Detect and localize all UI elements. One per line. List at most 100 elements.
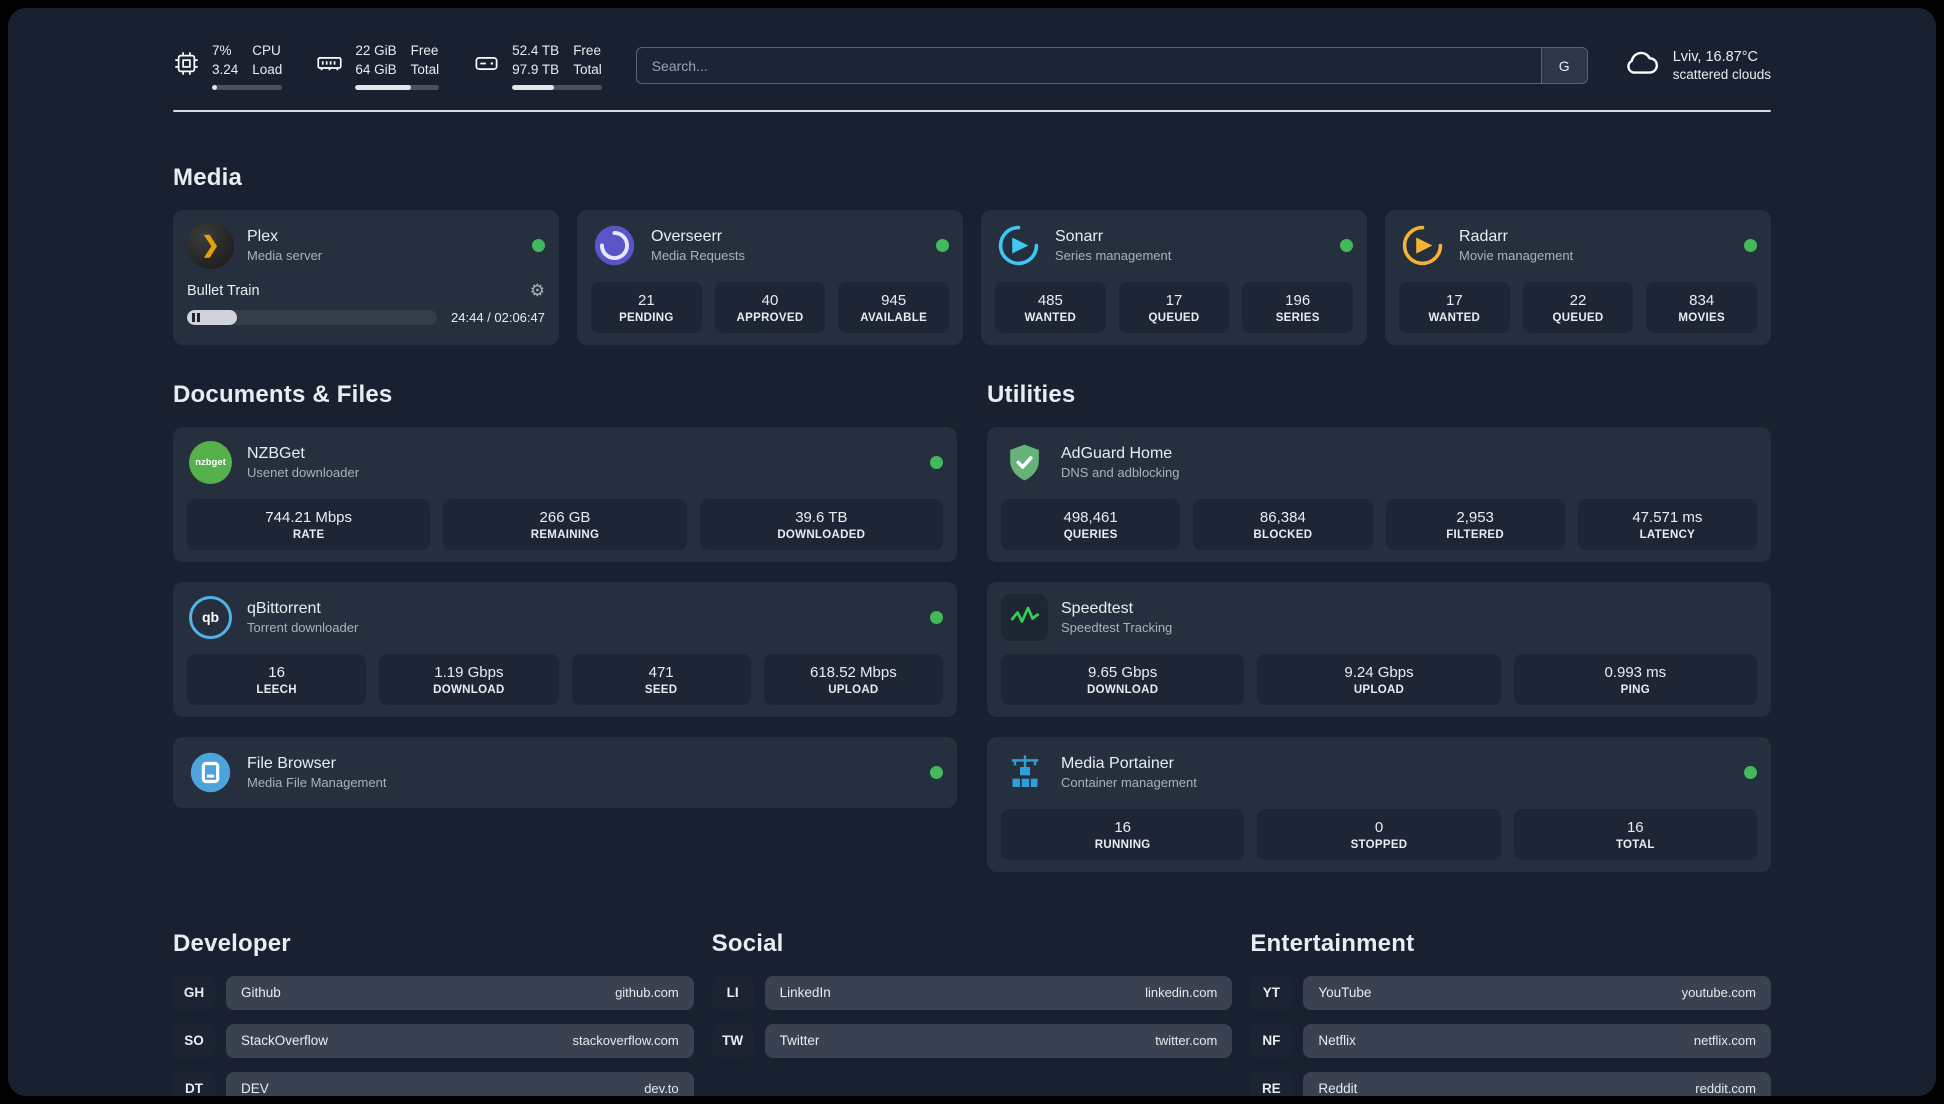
stat-movies: 834 MOVIES <box>1646 281 1758 333</box>
bookmark-abbr: GH <box>173 975 215 1010</box>
app-name: Plex <box>247 227 279 245</box>
bookmark-group-social: Social LI LinkedIn linkedin.com TW Twitte… <box>711 930 1233 1072</box>
cpu-icon <box>173 50 200 82</box>
dashboard: 7% 3.24 CPU Load 22 GiB 64 GiB Free Tota… <box>8 8 1936 1096</box>
storage-free-value: 52.4 TB <box>512 43 560 58</box>
search-input[interactable] <box>636 48 1541 84</box>
speedtest-icon <box>1001 593 1048 641</box>
stat-stopped: 0 STOPPED <box>1257 808 1501 860</box>
bookmark-name: Github <box>241 985 281 1001</box>
weather-widget: Lviv, 16.87°C scattered clouds <box>1622 44 1771 87</box>
bookmark-name: StackOverflow <box>241 1033 329 1049</box>
memory-total-value: 64 GiB <box>355 61 397 77</box>
memory-widget: 22 GiB 64 GiB Free Total <box>316 42 440 90</box>
bookmark-name: Netflix <box>1318 1033 1356 1049</box>
radarr-icon <box>1399 222 1446 269</box>
weather-location: Lviv, 16.87°C <box>1672 49 1759 66</box>
bookmark-youtube[interactable]: YT YouTube youtube.com <box>1250 975 1771 1010</box>
app-card-speedtest[interactable]: Speedtest Speedtest Tracking 9.65 Gbps DO… <box>987 581 1771 717</box>
memory-progress-bar <box>355 84 440 90</box>
app-name: Speedtest <box>1061 599 1134 617</box>
bookmark-twitter[interactable]: TW Twitter twitter.com <box>711 1023 1233 1058</box>
gear-icon[interactable]: ⚙ <box>530 281 545 301</box>
app-name: NZBGet <box>247 444 305 462</box>
bookmark-name: DEV <box>241 1081 269 1096</box>
app-card-sonarr[interactable]: Sonarr Series management 485 WANTED 17 QUE… <box>981 209 1367 345</box>
stat-wanted: 485 WANTED <box>995 281 1106 333</box>
app-subtitle: DNS and adblocking <box>1061 464 1180 480</box>
playback-seek-bar[interactable] <box>187 309 438 325</box>
stat-pending: 21 PENDING <box>591 281 702 333</box>
bookmark-name: YouTube <box>1318 985 1372 1001</box>
bookmark-stackoverflow[interactable]: SO StackOverflow stackoverflow.com <box>173 1023 694 1058</box>
app-card-overseerr[interactable]: Overseerr Media Requests 21 PENDING 40 APP… <box>577 209 963 345</box>
bookmark-linkedin[interactable]: LI LinkedIn linkedin.com <box>711 975 1233 1010</box>
bookmark-url: github.com <box>615 985 679 1001</box>
stat-queries: 498,461 QUERIES <box>1001 498 1181 550</box>
bookmark-url: dev.to <box>644 1081 679 1096</box>
stat-seed: 471 SEED <box>571 653 751 705</box>
bookmark-reddit[interactable]: RE Reddit reddit.com <box>1250 1071 1771 1096</box>
storage-total-label: Total <box>573 61 602 77</box>
utilities-column: Utilities AdGuard Home DNS and adblockin… <box>987 345 1771 872</box>
stat-wanted: 17 WANTED <box>1399 281 1510 333</box>
app-name: Radarr <box>1459 227 1508 245</box>
cpu-usage: 7% <box>212 43 232 58</box>
app-subtitle: Speedtest Tracking <box>1061 619 1173 635</box>
bookmark-abbr: DT <box>173 1071 215 1096</box>
storage-widget: 52.4 TB 97.9 TB Free Total <box>473 42 602 90</box>
bookmark-abbr: SO <box>173 1023 215 1058</box>
stat-downloaded: 39.6 TB DOWNLOADED <box>699 498 943 550</box>
search-bar: G <box>635 47 1588 85</box>
app-card-filebrowser[interactable]: File Browser Media File Management <box>173 736 957 808</box>
adguard-icon <box>1001 439 1048 486</box>
stat-total: 16 TOTAL <box>1513 808 1757 860</box>
app-subtitle: Media File Management <box>247 774 387 790</box>
status-dot <box>1744 238 1757 252</box>
ram-icon <box>316 50 343 82</box>
bookmark-dev[interactable]: DT DEV dev.to <box>173 1071 694 1096</box>
qbittorrent-icon: qb <box>187 594 234 641</box>
sonarr-icon <box>995 222 1042 269</box>
bookmark-github[interactable]: GH Github github.com <box>173 975 694 1010</box>
bookmark-abbr: YT <box>1250 975 1293 1010</box>
memory-free-label: Free <box>410 43 439 58</box>
app-card-plex[interactable]: ❯ Plex Media server Bullet Train ⚙ 24:44… <box>173 209 559 345</box>
stat-queued: 17 QUEUED <box>1118 281 1230 333</box>
nzbget-icon: nzbget <box>187 439 234 486</box>
app-card-portainer[interactable]: Media Portainer Container management 16 R… <box>987 736 1771 872</box>
storage-total-value: 97.9 TB <box>512 61 560 77</box>
app-card-adguard[interactable]: AdGuard Home DNS and adblocking 498,461 Q… <box>987 426 1771 562</box>
header-divider <box>173 109 1771 112</box>
app-card-radarr[interactable]: Radarr Movie management 17 WANTED 22 QUEUE… <box>1385 209 1771 345</box>
app-name: AdGuard Home <box>1061 444 1173 462</box>
app-card-qbittorrent[interactable]: qb qBittorrent Torrent downloader 16 LEEC… <box>173 581 957 717</box>
section-title-entertainment: Entertainment <box>1250 929 1415 957</box>
app-card-nzbget[interactable]: nzbget NZBGet Usenet downloader 744.21 M… <box>173 426 957 562</box>
bookmark-name: LinkedIn <box>779 985 831 1001</box>
stat-queued: 22 QUEUED <box>1522 281 1634 333</box>
storage-free-label: Free <box>573 43 601 58</box>
middle-columns: Documents & Files nzbget NZBGet Usenet d… <box>173 345 1771 872</box>
stat-remaining: 266 GB REMAINING <box>443 498 687 550</box>
bookmark-abbr: TW <box>711 1023 754 1058</box>
app-subtitle: Media Requests <box>651 247 745 263</box>
bookmarks-section: Developer GH Github github.com SO StackOv… <box>173 930 1771 1096</box>
playback-time: 24:44 / 02:06:47 <box>451 309 545 325</box>
section-title-utilities: Utilities <box>987 380 1076 408</box>
now-playing-title: Bullet Train <box>187 282 260 299</box>
plex-icon: ❯ <box>187 221 234 269</box>
cpu-load-value: 3.24 <box>212 61 239 77</box>
search-engine-button[interactable]: G <box>1540 48 1587 84</box>
stat-filtered: 2,953 FILTERED <box>1385 498 1565 550</box>
memory-free-value: 22 GiB <box>355 43 397 58</box>
filebrowser-icon <box>187 749 234 796</box>
stat-running: 16 RUNNING <box>1001 808 1245 860</box>
app-name: Overseerr <box>651 227 723 245</box>
app-name: Media Portainer <box>1061 754 1174 772</box>
stat-approved: 40 APPROVED <box>714 281 826 333</box>
bookmark-url: reddit.com <box>1695 1081 1756 1096</box>
stat-series: 196 SERIES <box>1242 281 1354 333</box>
pause-icon[interactable] <box>192 312 200 322</box>
bookmark-netflix[interactable]: NF Netflix netflix.com <box>1250 1023 1771 1058</box>
